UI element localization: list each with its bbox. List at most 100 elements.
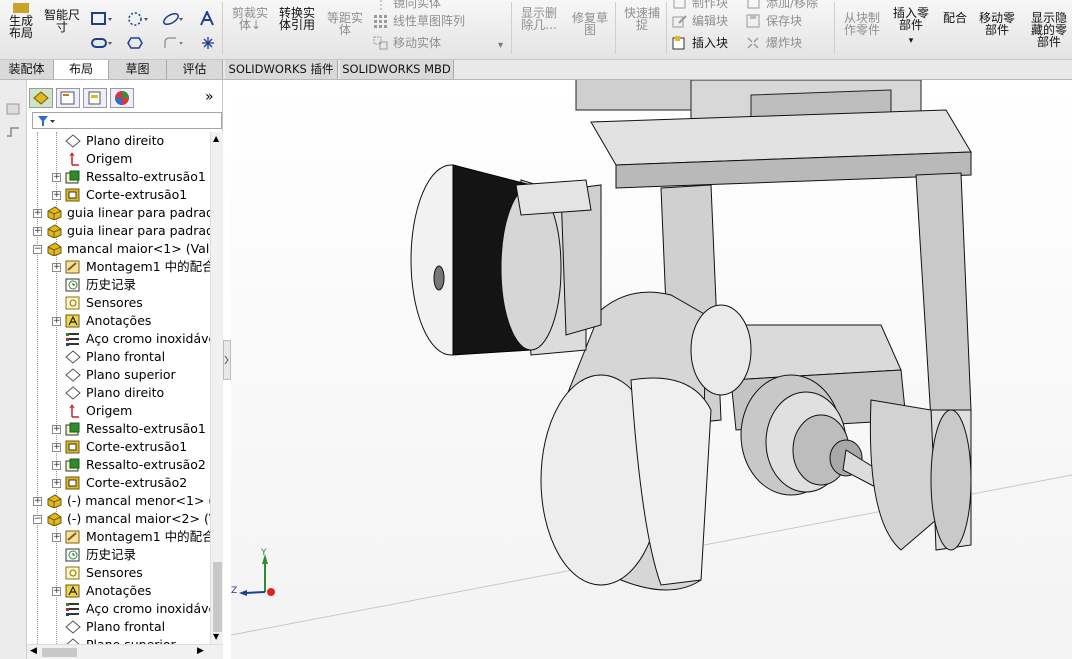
expand-icon[interactable]: + xyxy=(52,317,61,326)
tree-row[interactable]: 历史记录 xyxy=(27,276,210,294)
tree-row[interactable]: + Ressalto-extrusão2 xyxy=(27,456,210,474)
expand-icon[interactable]: + xyxy=(52,443,61,452)
graphics-viewport[interactable]: Y Z xyxy=(231,80,1072,659)
expand-icon[interactable]: + xyxy=(33,209,42,218)
fillet-tool[interactable] xyxy=(162,36,186,53)
tab-evaluate[interactable]: 评估 xyxy=(167,60,223,79)
offset-entities-button[interactable]: 等距实 体 xyxy=(323,12,367,36)
tree-row[interactable]: Sensores xyxy=(27,564,210,582)
tree-row[interactable]: − mancal maior<1> (Valo xyxy=(27,240,210,258)
move-entities-button[interactable]: 移动实体 xyxy=(373,34,441,51)
add-remove-block-button[interactable]: 添加/移除 xyxy=(746,0,818,11)
tree-row[interactable]: Plano frontal xyxy=(27,348,210,366)
tree-row[interactable]: + Anotações xyxy=(27,582,210,600)
tree-row[interactable]: Plano superior xyxy=(27,366,210,384)
expand-icon[interactable]: + xyxy=(52,191,61,200)
scroll-down-icon[interactable]: ▼ xyxy=(213,632,219,641)
scroll-left-icon[interactable]: ◀ xyxy=(30,646,37,656)
tree-row[interactable]: + Corte-extrusão2 xyxy=(27,474,210,492)
tree-row[interactable]: + Ressalto-extrusão1 xyxy=(27,420,210,438)
tree-row[interactable]: Plano frontal xyxy=(27,618,210,636)
move-component-button[interactable]: 移动零 部件 xyxy=(974,12,1020,36)
save-block-button[interactable]: 保存块 xyxy=(746,12,802,29)
tree-row[interactable]: Sensores xyxy=(27,294,210,312)
expand-icon[interactable]: + xyxy=(52,263,61,272)
tree-row[interactable]: + Corte-extrusão1 xyxy=(27,186,210,204)
collapse-icon[interactable]: − xyxy=(33,245,42,254)
tree-row[interactable]: + guia linear para padrao xyxy=(27,222,210,240)
polygon-shape-tool[interactable] xyxy=(127,36,151,53)
insert-components-button[interactable]: 插入零 部件 ▾ xyxy=(889,7,933,47)
display-manager-tab[interactable] xyxy=(110,88,134,108)
step-icon[interactable] xyxy=(6,124,22,138)
expand-icon[interactable]: + xyxy=(52,173,61,182)
tree-row[interactable]: Plano direito xyxy=(27,384,210,402)
polygon-tool[interactable] xyxy=(127,12,151,29)
tree-row[interactable]: + (-) mancal menor<1> (V xyxy=(27,492,210,510)
expand-icon[interactable]: + xyxy=(33,227,42,236)
point-tool[interactable] xyxy=(201,36,215,53)
smart-dimension-button[interactable]: 智能尺 寸 xyxy=(40,3,84,33)
edit-block-button[interactable]: 编辑块 xyxy=(672,12,728,29)
tree-row[interactable]: 历史记录 xyxy=(27,546,210,564)
make-part-from-block-button[interactable]: 从块制 作零件 xyxy=(840,12,884,36)
slot-tool[interactable] xyxy=(91,36,115,53)
tab-sketch[interactable]: 草图 xyxy=(109,60,167,79)
repair-sketch-button[interactable]: 修复草 图 xyxy=(568,12,612,36)
feature-filter-box[interactable] xyxy=(32,112,222,129)
vertical-scroll-thumb[interactable] xyxy=(213,562,222,632)
configuration-manager-tab[interactable] xyxy=(83,88,107,108)
tree-row[interactable]: Origem xyxy=(27,150,210,168)
explode-block-button[interactable]: 爆炸块 xyxy=(746,34,802,51)
vertical-scrollbar[interactable]: ▲ ▼ xyxy=(210,132,223,644)
make-block-button[interactable]: 制作块 xyxy=(672,0,728,11)
trim-entities-button[interactable]: 剪裁实 体↓ xyxy=(229,7,271,31)
expand-icon[interactable]: + xyxy=(52,587,61,596)
tab-solidworks-mbd[interactable]: SOLIDWORKS MBD xyxy=(340,60,454,79)
horizontal-scrollbar[interactable]: ◀ ▶ xyxy=(27,644,223,659)
property-manager-tab[interactable] xyxy=(56,88,80,108)
linear-pattern-button[interactable]: 线性草图阵列 xyxy=(373,12,465,29)
convert-entities-button[interactable]: 转换实 体引用 xyxy=(275,7,319,31)
mate-button[interactable]: 配合 xyxy=(938,12,972,24)
text-tool[interactable] xyxy=(199,9,217,30)
mirror-entities-button[interactable]: 镜向实体 xyxy=(373,0,441,11)
expand-icon[interactable]: + xyxy=(52,479,61,488)
tab-assembly[interactable]: 装配体 xyxy=(0,60,54,79)
generate-layout-button[interactable]: 生成 布局 xyxy=(4,3,38,39)
spline-tool[interactable] xyxy=(162,12,186,29)
tree-row[interactable]: + Corte-extrusão1 xyxy=(27,438,210,456)
insert-block-button[interactable]: 插入块 xyxy=(672,34,728,51)
tree-row[interactable]: + Ressalto-extrusão1 xyxy=(27,168,210,186)
tree-row[interactable]: Plano direito xyxy=(27,132,210,150)
horizontal-scroll-thumb[interactable] xyxy=(42,648,77,657)
display-delete-relations-button[interactable]: 显示删 除几... xyxy=(515,7,563,31)
tree-row[interactable]: Aço cromo inoxidáve xyxy=(27,600,210,618)
tab-solidworks-addins[interactable]: SOLIDWORKS 插件 xyxy=(225,60,338,79)
tab-layout[interactable]: 布局 xyxy=(54,60,109,79)
feature-tree-tab[interactable] xyxy=(29,88,53,108)
expand-icon[interactable]: + xyxy=(52,533,61,542)
rectangle-tool[interactable] xyxy=(91,12,115,29)
scroll-up-icon[interactable]: ▲ xyxy=(213,134,219,143)
tree-row[interactable]: + Montagem1 中的配合 xyxy=(27,258,210,276)
show-hidden-components-button[interactable]: 显示隐 藏的零 部件 xyxy=(1026,12,1072,48)
insert-components-label: 插入零 部件 xyxy=(892,6,929,32)
expand-icon[interactable]: + xyxy=(52,425,61,434)
sketch-plane-icon[interactable] xyxy=(6,100,22,116)
expand-icon[interactable]: + xyxy=(52,461,61,470)
tree-row[interactable]: + Anotações xyxy=(27,312,210,330)
tree-row[interactable]: Origem xyxy=(27,402,210,420)
collapse-icon[interactable]: − xyxy=(33,515,42,524)
tree-row[interactable]: Aço cromo inoxidáve xyxy=(27,330,210,348)
sketch-tools-dropdown-arrow[interactable]: ▾ xyxy=(498,40,503,51)
tree-row[interactable]: − (-) mancal maior<2> (Va xyxy=(27,510,210,528)
scroll-right-icon[interactable]: ▶ xyxy=(197,646,204,656)
expand-icon[interactable]: + xyxy=(33,497,42,506)
tree-row[interactable]: Plano superior xyxy=(27,636,210,644)
tree-row[interactable]: + guia linear para padrao xyxy=(27,204,210,222)
tree-row[interactable]: + Montagem1 中的配合 xyxy=(27,528,210,546)
expand-panel-icon[interactable]: » xyxy=(205,89,214,105)
quick-snaps-button[interactable]: 快速捕 捉 xyxy=(620,7,664,31)
panel-splitter[interactable] xyxy=(223,340,231,380)
